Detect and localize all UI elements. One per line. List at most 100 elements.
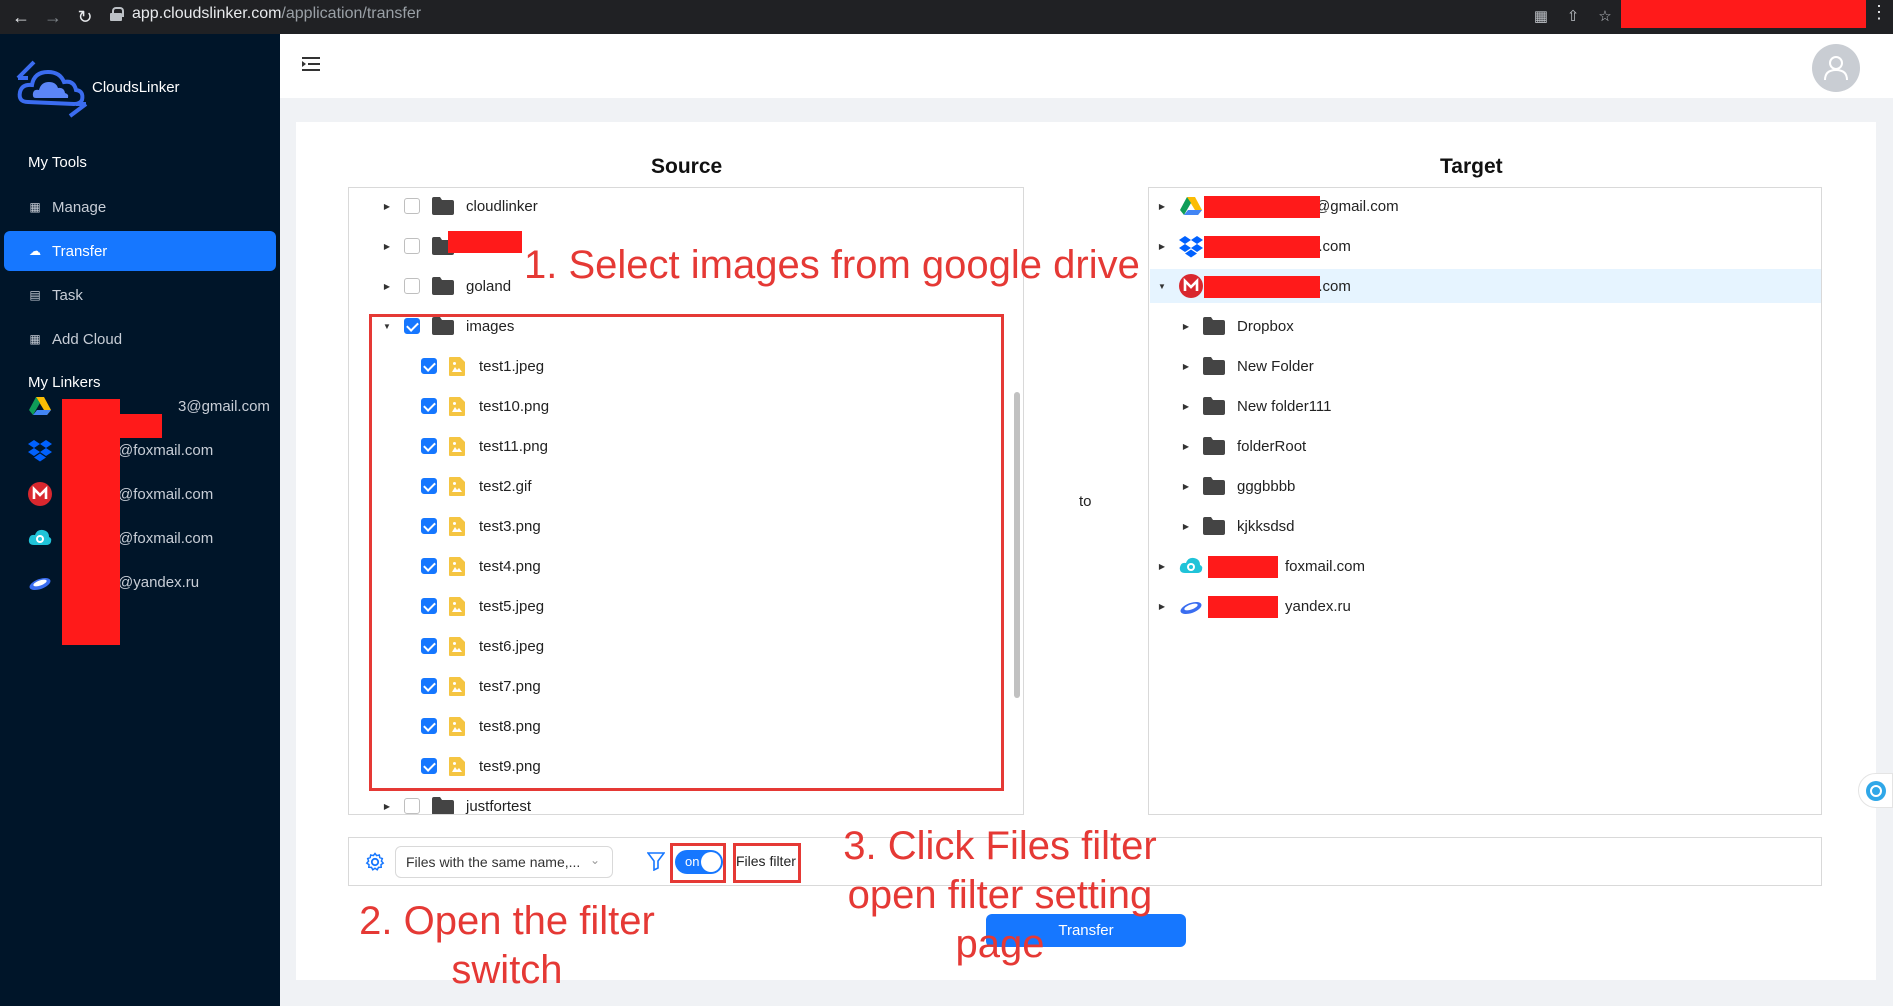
my-linkers-title: My Linkers <box>28 374 101 391</box>
annotation-step3-line1: 3. Click Files filter <box>843 824 1157 868</box>
caret-right-icon[interactable]: ▶ <box>382 241 392 251</box>
redacted-account-name <box>1204 236 1320 258</box>
same-name-conflict-select[interactable]: Files with the same name,... ⌄ <box>395 846 613 878</box>
checkbox[interactable] <box>404 198 420 214</box>
settings-gear-icon[interactable] <box>365 852 385 872</box>
redacted-profile <box>1621 0 1866 28</box>
redacted-account-name <box>1204 196 1320 218</box>
tree-folder-row[interactable]: ▶ New Folder <box>1181 351 1314 381</box>
tree-folder-row[interactable]: ▶ folderRoot <box>1181 431 1306 461</box>
folder-icon <box>1203 437 1225 455</box>
caret-right-icon[interactable]: ▶ <box>382 281 392 291</box>
tree-node-label: @gmail.com <box>1315 197 1399 215</box>
folder-icon <box>1203 517 1225 535</box>
tree-node-label: l.com <box>1315 277 1351 295</box>
menu-fold-icon[interactable] <box>302 56 320 72</box>
tree-folder-row[interactable]: ▶ justfortest <box>382 791 531 814</box>
linker-label: @yandex.ru <box>118 573 200 591</box>
tree-node-label: foxmail.com <box>1285 557 1366 575</box>
help-widget[interactable] <box>1858 773 1893 808</box>
sidebar-item-label: Task <box>52 286 83 304</box>
tree-folder-row[interactable]: ▶ gggbbbb <box>1181 471 1295 501</box>
google-drive-icon <box>29 397 51 415</box>
chevron-down-icon: ⌄ <box>589 853 600 867</box>
caret-right-icon[interactable]: ▶ <box>1157 241 1167 251</box>
target-title: Target <box>1440 155 1503 178</box>
linker-label: @foxmail.com <box>118 441 214 459</box>
tree-folder-row[interactable]: ▶ Dropbox <box>1181 311 1294 341</box>
sidebar-item-add-cloud[interactable]: ▦ Add Cloud <box>4 319 276 359</box>
redacted-account-name <box>1208 596 1278 618</box>
caret-right-icon[interactable]: ▶ <box>1157 561 1167 571</box>
sidebar-item-label: Transfer <box>52 242 108 260</box>
sidebar: CloudsLinker My Tools ▦ Manage ☁ Transfe… <box>0 34 280 1006</box>
caret-right-icon[interactable]: ▶ <box>1157 201 1167 211</box>
linker-label: @foxmail.com <box>118 529 214 547</box>
folder-icon <box>1203 357 1225 375</box>
tree-folder-row[interactable]: ▶ goland <box>382 271 511 301</box>
caret-right-icon[interactable]: ▶ <box>382 201 392 211</box>
caret-right-icon[interactable]: ▶ <box>1181 401 1191 411</box>
browser-toolbar: ← → ↻ app.cloudslinker.com/application/t… <box>0 0 1893 34</box>
dropbox-icon <box>1179 236 1203 258</box>
tree-folder-row[interactable]: ▶ kjkksdsd <box>1181 511 1295 541</box>
sidebar-item-task[interactable]: ▤ Task <box>4 275 276 315</box>
reload-icon[interactable]: ↻ <box>72 4 98 30</box>
redacted-account-name <box>92 414 162 438</box>
tree-folder-row[interactable]: ▶ cloudlinker <box>382 191 538 221</box>
dropbox-icon <box>28 440 52 462</box>
tree-node-label: folderRoot <box>1237 437 1307 455</box>
lock-icon <box>110 7 124 21</box>
translate-icon[interactable]: ▦ <box>1530 5 1552 27</box>
pcloud-icon <box>1179 557 1203 573</box>
source-title: Source <box>651 155 723 178</box>
annotation-step1: 1. Select images from google drive <box>524 243 1140 287</box>
forward-arrow-icon[interactable]: → <box>40 4 66 30</box>
grid-icon: ▦ <box>29 200 41 214</box>
sidebar-item-transfer[interactable]: ☁ Transfer <box>4 231 276 271</box>
grid-plus-icon: ▦ <box>29 332 41 346</box>
my-tools-title: My Tools <box>28 154 87 171</box>
tree-folder-row[interactable]: ▶ New folder111 <box>1181 391 1332 421</box>
address-bar[interactable]: app.cloudslinker.com/application/transfe… <box>110 0 1620 28</box>
source-scrollbar[interactable] <box>1014 392 1020 698</box>
pcloud-icon <box>28 529 52 545</box>
caret-right-icon[interactable]: ▶ <box>1181 481 1191 491</box>
kebab-menu-icon[interactable]: ⋮ <box>1870 2 1888 23</box>
user-icon <box>1824 56 1848 81</box>
annotation-step3-line3: page <box>955 922 1045 967</box>
folder-icon <box>432 277 454 295</box>
tree-node-label: gggbbbb <box>1237 477 1296 495</box>
sidebar-item-manage[interactable]: ▦ Manage <box>4 187 276 227</box>
checkbox[interactable] <box>404 278 420 294</box>
caret-right-icon[interactable]: ▶ <box>1157 601 1167 611</box>
chat-bubble-icon <box>1866 781 1886 801</box>
to-label: to <box>1079 493 1092 510</box>
annotation-step2-line2: switch <box>451 948 563 993</box>
yandex-disk-icon <box>1180 601 1202 615</box>
annotation-step3: 3. Click Files filter open filter settin… <box>830 822 1170 970</box>
caret-right-icon[interactable]: ▶ <box>1181 441 1191 451</box>
share-icon[interactable]: ⇧ <box>1562 5 1584 27</box>
filter-icon <box>647 852 665 871</box>
caret-right-icon[interactable]: ▶ <box>1181 361 1191 371</box>
caret-right-icon[interactable]: ▶ <box>382 801 392 811</box>
checkbox[interactable] <box>404 238 420 254</box>
bookmark-star-icon[interactable]: ☆ <box>1594 5 1616 27</box>
select-value: Files with the same name,... <box>406 854 581 870</box>
user-avatar[interactable] <box>1812 44 1860 92</box>
google-drive-icon <box>1180 197 1202 215</box>
folder-icon <box>432 797 454 814</box>
tree-node-label: cloudlinker <box>466 197 538 215</box>
brand-name: CloudsLinker <box>92 79 180 96</box>
caret-right-icon[interactable]: ▶ <box>1181 321 1191 331</box>
caret-down-icon[interactable]: ▼ <box>1157 281 1167 291</box>
caret-right-icon[interactable]: ▶ <box>1181 521 1191 531</box>
back-arrow-icon[interactable]: ← <box>8 4 34 30</box>
tree-node-label: kjkksdsd <box>1237 517 1295 535</box>
tree-node-label: Dropbox <box>1237 317 1294 335</box>
linker-label: 3@gmail.com <box>178 397 270 415</box>
tree-node-label: goland <box>466 277 512 295</box>
checkbox[interactable] <box>404 798 420 814</box>
annotation-step3-line2: open filter setting <box>847 873 1153 918</box>
